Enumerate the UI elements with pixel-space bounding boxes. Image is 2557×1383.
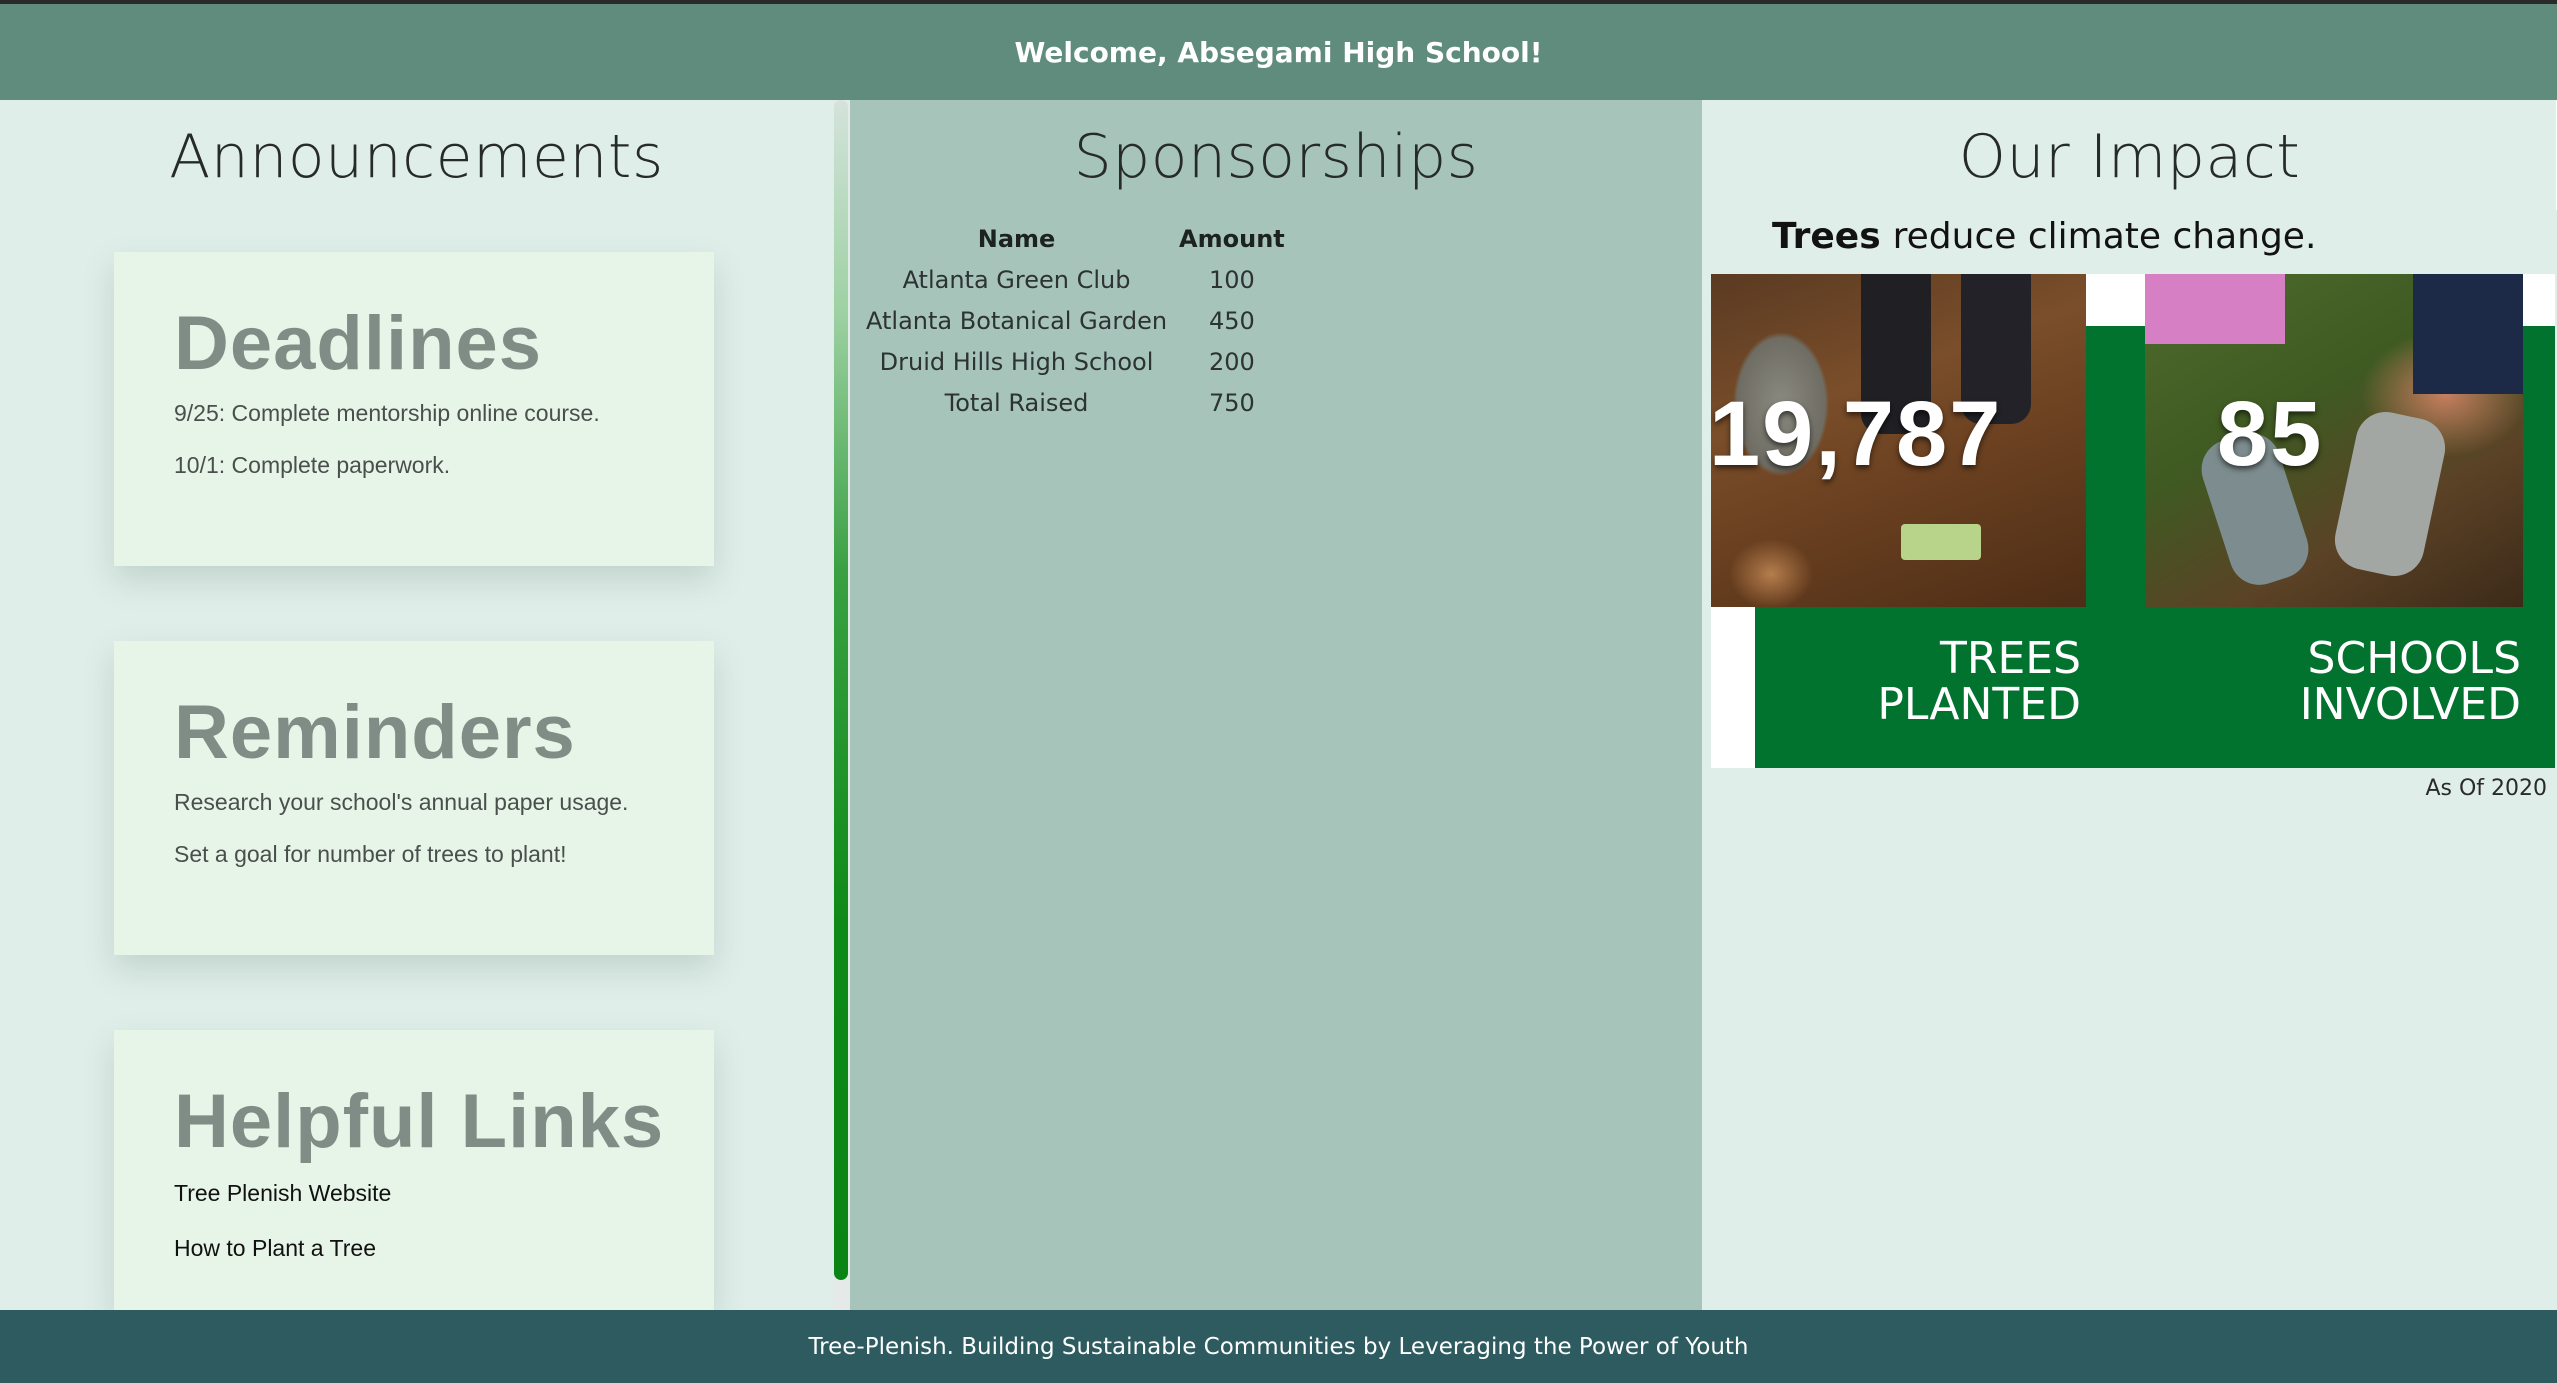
sponsorships-panel: Sponsorships Name Amount Atlanta Green C… [850,100,1702,1310]
table-row: Atlanta Green Club 100 [860,259,1291,300]
sponsor-amount: 100 [1209,265,1255,294]
total-amount: 750 [1209,388,1255,417]
welcome-header: Welcome, Absegami High School! [0,4,2557,100]
table-row: Druid Hills High School 200 [860,341,1291,382]
sponsor-name: Atlanta Green Club [902,265,1131,294]
helpful-links-card: Helpful Links Tree Plenish Website How t… [114,1030,714,1310]
schools-involved-number: 85 [2217,383,2324,485]
sponsor-name: Druid Hills High School [879,347,1154,376]
as-of-caption: As Of 2020 [2425,776,2547,801]
schools-involved-label: SCHOOLS INVOLVED [2299,633,2521,730]
table-row: Total Raised 750 [860,382,1291,423]
footer-text: Tree-Plenish. Building Sustainable Commu… [808,1333,1749,1360]
table-header-row: Name Amount [860,218,1291,259]
sponsor-name: Atlanta Botanical Garden [866,306,1168,335]
trees-planted-label: TREES PLANTED [1877,633,2081,730]
scrollbar-thumb[interactable] [834,100,848,1280]
helpful-links-heading: Helpful Links [174,1079,665,1164]
impact-infographic: 19,787 85 TREES PLANTED SCHOOLS INVOLVED [1711,274,2555,768]
welcome-text: Welcome, Absegami High School! [1014,35,1543,69]
sponsor-amount: 450 [1209,306,1255,335]
impact-panel: Our Impact Trees reduce climate change. 1… [1702,100,2557,1310]
trees-planted-number: 19,787 [1711,383,2003,485]
deadline-item: 9/25: Complete mentorship online course. [174,400,600,426]
reminder-item: Research your school's annual paper usag… [174,789,629,815]
column-header-amount: Amount [1179,224,1285,253]
sponsor-amount: 200 [1209,347,1255,376]
announcements-title: Announcements [169,122,664,192]
reminders-card: Reminders Research your school's annual … [114,641,714,955]
impact-tagline: Trees reduce climate change. [1772,216,2316,257]
tree-plenish-website-link[interactable]: Tree Plenish Website [174,1180,391,1207]
reminders-heading: Reminders [174,690,576,775]
deadline-item: 10/1: Complete paperwork. [174,452,451,478]
announcements-panel: Announcements Deadlines 9/25: Complete m… [0,100,833,1310]
tagline-bold: Trees [1772,216,1881,257]
reminder-item: Set a goal for number of trees to plant! [174,841,567,867]
table-row: Atlanta Botanical Garden 450 [860,300,1291,341]
sponsorships-title: Sponsorships [1073,122,1479,192]
column-header-name: Name [977,224,1056,253]
impact-title: Our Impact [1958,122,2301,192]
how-to-plant-link[interactable]: How to Plant a Tree [174,1235,376,1262]
tagline-rest: reduce climate change. [1892,216,2317,257]
deadlines-heading: Deadlines [174,301,543,386]
deadlines-card: Deadlines 9/25: Complete mentorship onli… [114,252,714,566]
gloves-planting-photo [2145,274,2523,607]
sponsorships-table: Name Amount Atlanta Green Club 100 Atlan… [860,218,1291,423]
site-footer: Tree-Plenish. Building Sustainable Commu… [0,1310,2557,1383]
total-label: Total Raised [944,388,1089,417]
